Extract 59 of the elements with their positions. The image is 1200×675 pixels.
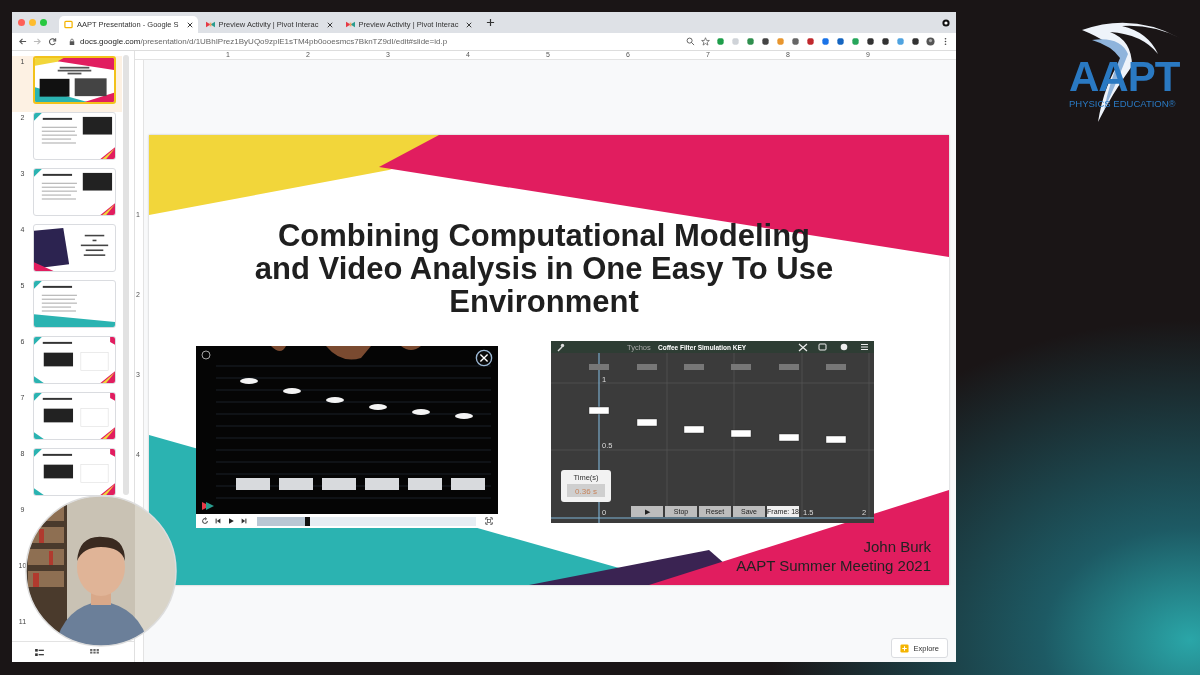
image-icon[interactable] <box>818 343 827 351</box>
event-name: AAPT Summer Meeting 2021 <box>736 556 931 575</box>
wrench-icon[interactable] <box>557 343 565 352</box>
expand-icon[interactable] <box>798 343 808 352</box>
grid-view-icon[interactable] <box>90 648 99 656</box>
slide-title: and Video Analysis in One Easy To Use <box>254 252 834 285</box>
tools-icon[interactable] <box>475 349 493 367</box>
filter-object <box>730 429 752 438</box>
timer-display <box>567 484 605 497</box>
close-icon[interactable] <box>466 21 473 28</box>
play-icon[interactable] <box>227 517 235 525</box>
avatar-icon[interactable] <box>926 37 935 46</box>
skip-forward-icon[interactable] <box>240 517 248 525</box>
skip-back-icon[interactable] <box>214 517 222 525</box>
slide-thumbnail[interactable] <box>33 448 116 496</box>
close-icon[interactable] <box>186 21 193 28</box>
scrollbar[interactable] <box>123 55 129 495</box>
slide-thumbnail[interactable] <box>33 168 116 216</box>
pivot-icon <box>205 20 215 29</box>
slide-thumbnail[interactable] <box>33 56 116 104</box>
label-box <box>826 364 846 370</box>
url-text: docs.google.com/presentation/d/1UBhIPrez1ByUQo9zplE1sTM4pb0ooesmcs7BknTZ9dI/edit#slide=id.p <box>80 37 448 46</box>
menu-icon[interactable] <box>860 344 869 350</box>
filter-object <box>825 435 847 444</box>
slides-icon <box>64 20 73 29</box>
close-icon[interactable] <box>326 21 333 28</box>
list-view-icon[interactable] <box>35 648 44 656</box>
slide-title: Environment <box>449 285 639 318</box>
lock-icon <box>69 37 75 46</box>
slide-thumbnail[interactable] <box>33 336 116 384</box>
slide-thumbnail[interactable] <box>33 392 116 440</box>
address-field[interactable]: docs.google.com/presentation/d/1UBhIPrez1ByUQo9zplE1sTM4pb0ooesmcs7BknTZ9dI/edit#slide=id.p <box>63 34 680 49</box>
label-box <box>637 364 657 370</box>
timer-value: 0.36 s <box>575 486 597 496</box>
record-icon[interactable] <box>942 18 950 27</box>
back-icon[interactable] <box>18 37 27 46</box>
slide-title: Combining Computational Modeling <box>277 219 811 252</box>
slide-thumbnail[interactable] <box>33 280 116 328</box>
label-box <box>731 364 751 370</box>
filter-object <box>683 425 705 434</box>
author-name: John Burk <box>863 537 931 556</box>
filter-object <box>588 406 610 415</box>
explore-icon <box>899 643 909 653</box>
progress-bar[interactable] <box>257 516 476 526</box>
reload-icon[interactable] <box>48 37 57 46</box>
label-box <box>684 364 704 370</box>
progress-handle[interactable] <box>305 516 311 526</box>
zoom-icon[interactable] <box>686 37 695 46</box>
slide-thumbnail[interactable] <box>33 224 116 272</box>
label-box <box>589 364 609 370</box>
slide-thumbnail[interactable] <box>33 112 116 160</box>
star-icon[interactable] <box>701 37 710 46</box>
filter-object <box>636 418 658 427</box>
new-tab-icon[interactable] <box>486 18 496 27</box>
replay-icon[interactable] <box>201 517 209 525</box>
filter-object <box>778 433 800 442</box>
label-box <box>779 364 799 370</box>
pivot-icon <box>345 20 355 29</box>
fullscreen-icon[interactable] <box>485 517 493 525</box>
